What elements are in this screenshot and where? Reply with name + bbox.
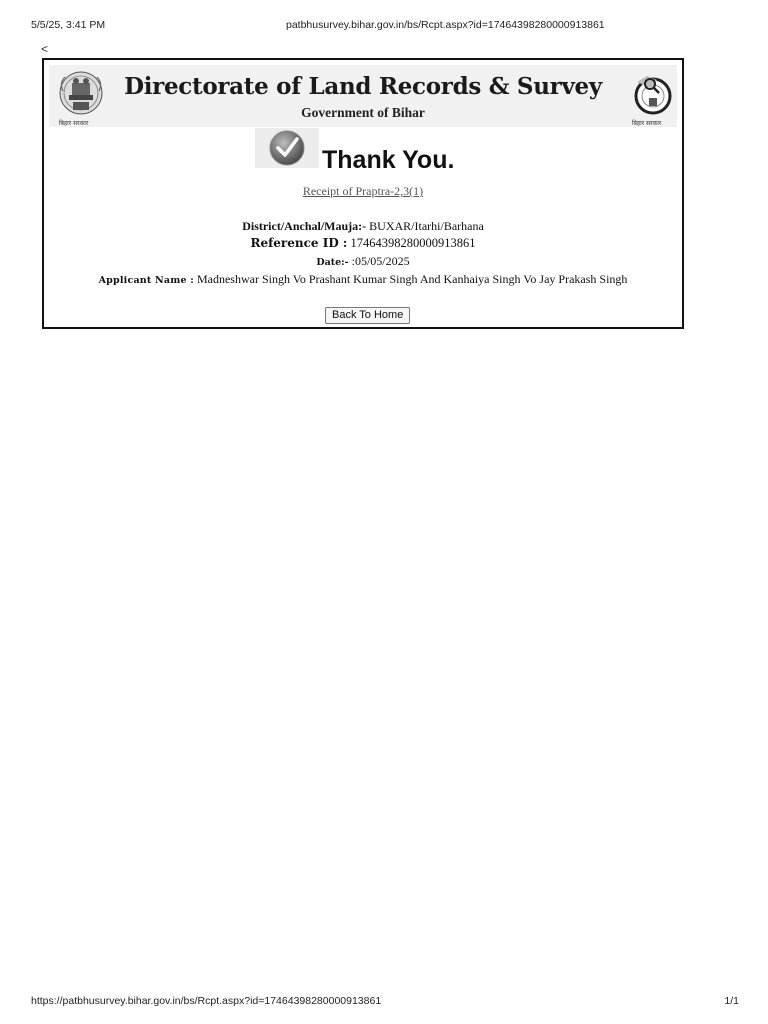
print-url-header: patbhusurvey.bihar.gov.in/bs/Rcpt.aspx?i… [286,19,605,31]
header-banner: बिहार सरकार Directorate of Land Records … [49,65,677,127]
applicant-line: Applicant Name : Madneshwar Singh Vo Pra… [44,272,682,287]
receipt-link[interactable]: Receipt of Praptra-2,3(1) [44,184,682,199]
date-label: Date:- [316,257,349,268]
page-subtitle: Government of Bihar [301,105,425,120]
survey-logo-caption: बिहार सरकार [632,120,662,127]
receipt-panel: बिहार सरकार Directorate of Land Records … [42,58,684,329]
print-datetime: 5/5/25, 3:41 PM [31,19,106,31]
page-number: 1/1 [724,995,739,1007]
applicant-label: Applicant Name : [98,275,194,286]
date-value: :05/05/2025 [348,254,410,268]
thank-you-heading: Thank You. [322,146,455,174]
district-line: District/Anchal/Mauja:- BUXAR/Itarhi/Bar… [44,219,682,234]
checkmark-badge [255,128,319,168]
back-link[interactable]: < [41,42,48,56]
reference-label: Reference ID : [250,236,348,250]
applicant-value: Madneshwar Singh Vo Prashant Kumar Singh… [193,272,628,286]
survey-logo-icon [634,76,672,115]
district-value: BUXAR/Itarhi/Barhana [366,219,484,233]
date-line: Date:- :05/05/2025 [44,254,682,269]
print-url-footer: https://patbhusurvey.bihar.gov.in/bs/Rcp… [31,995,382,1007]
back-to-home-button[interactable]: Back To Home [325,307,411,324]
district-label: District/Anchal/Mauja:- [242,219,367,233]
checkmark-icon [269,130,305,166]
reference-value: 17464398280000913861 [347,236,476,250]
reference-line: Reference ID : 17464398280000913861 [44,236,682,251]
page-title: Directorate of Land Records & Survey [124,73,602,100]
